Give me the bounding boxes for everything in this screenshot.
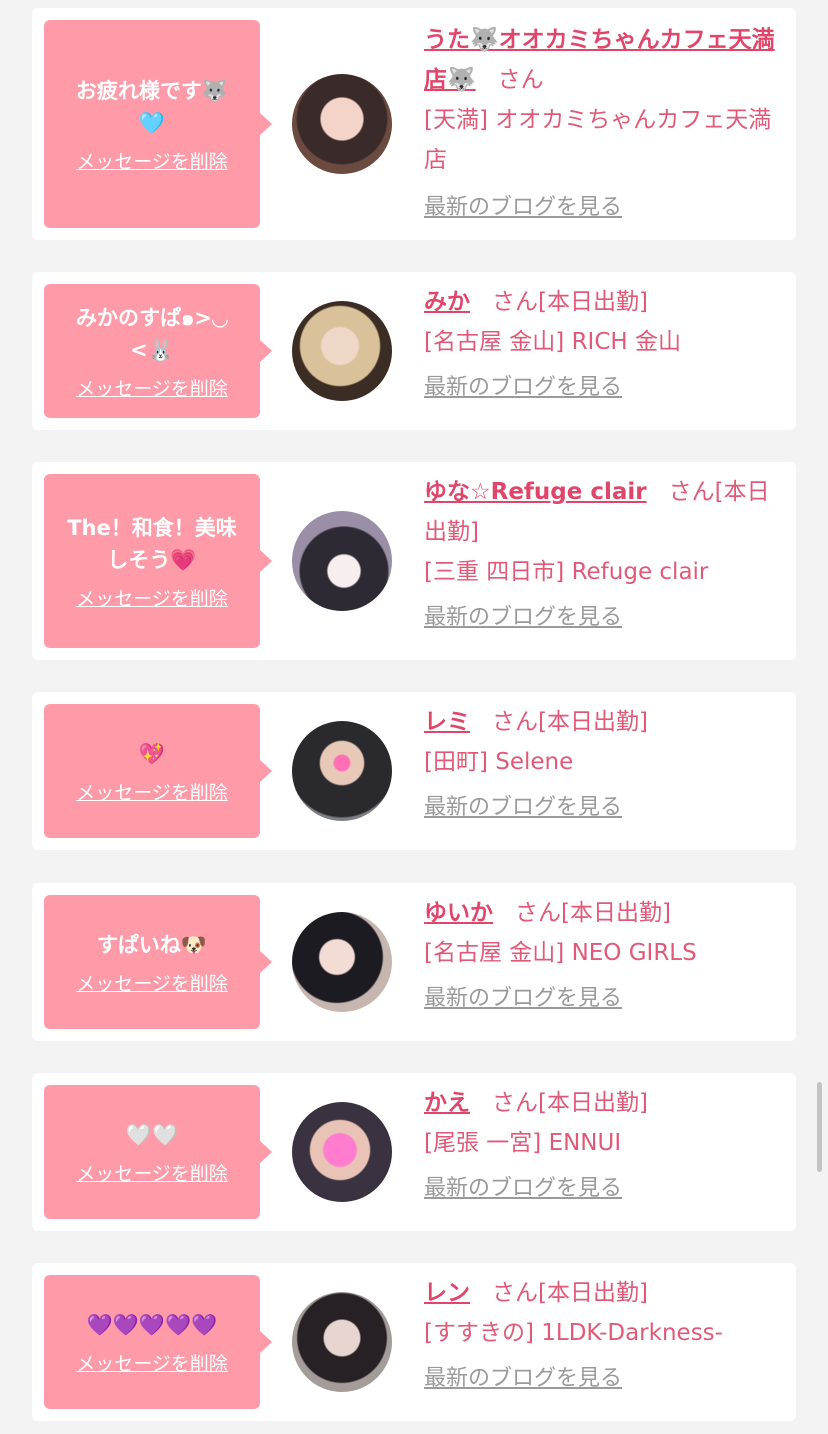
- message-bubble: 💜💜💜💜💜 メッセージを削除: [44, 1275, 272, 1409]
- name-row: うた🐺オオカミちゃんカフェ天満店🐺 さん: [424, 20, 788, 100]
- name-row: レン さん[本日出勤]: [424, 1273, 788, 1313]
- name-row: ゆいか さん[本日出勤]: [424, 893, 788, 933]
- message-text: 💖: [138, 741, 166, 766]
- avatar[interactable]: [292, 721, 392, 821]
- girl-name-link[interactable]: レン: [424, 1280, 470, 1306]
- message-text: すぱいね🐶: [96, 932, 208, 957]
- honorific: さん: [492, 1090, 538, 1116]
- message-bubble: 🤍🤍 メッセージを削除: [44, 1085, 272, 1219]
- message-card: The！和食！美味 しそう💗 メッセージを削除 ゆな☆Refuge clair さ…: [32, 462, 796, 660]
- girl-name-link[interactable]: うた🐺オオカミちゃんカフェ天満店🐺: [424, 27, 775, 93]
- girl-info: ゆいか さん[本日出勤] [名古屋 金山] NEO GIRLS 最新のブログを見る: [424, 893, 788, 1019]
- honorific: さん: [497, 67, 544, 93]
- shop-text: [田町] Selene: [424, 749, 574, 775]
- message-bubble: お疲れ様です🐺 🩵 メッセージを削除: [44, 20, 272, 228]
- status-text: [本日出勤]: [538, 289, 648, 315]
- message-card: みかのすぱ๑>◡ <🐰 メッセージを削除 みか さん[本日出勤] [名古屋 金山]…: [32, 272, 796, 430]
- delete-message-link[interactable]: メッセージを削除: [76, 147, 228, 174]
- avatar[interactable]: [292, 301, 392, 401]
- message-text: 💜💜💜💜💜: [86, 1312, 218, 1337]
- message-card: 💜💜💜💜💜 メッセージを削除 レン さん[本日出勤] [すすきの] 1LDK-Da…: [32, 1263, 796, 1421]
- girl-info: みか さん[本日出勤] [名古屋 金山] RICH 金山 最新のブログを見る: [424, 282, 788, 408]
- girl-name-link[interactable]: ゆいか: [424, 900, 493, 926]
- message-bubble: The！和食！美味 しそう💗 メッセージを削除: [44, 474, 272, 648]
- honorific: さん: [668, 479, 715, 505]
- latest-blog-link[interactable]: 最新のブログを見る: [424, 188, 622, 228]
- girl-info: かえ さん[本日出勤] [尾張 一宮] ENNUI 最新のブログを見る: [424, 1083, 788, 1209]
- shop-text: [尾張 一宮] ENNUI: [424, 1130, 622, 1156]
- honorific: さん: [492, 289, 538, 315]
- avatar[interactable]: [292, 1102, 392, 1202]
- name-row: レミ さん[本日出勤]: [424, 702, 788, 742]
- latest-blog-link[interactable]: 最新のブログを見る: [424, 1169, 622, 1209]
- message-bubble: みかのすぱ๑>◡ <🐰 メッセージを削除: [44, 284, 272, 418]
- girl-info: レン さん[本日出勤] [すすきの] 1LDK-Darkness- 最新のブログを…: [424, 1273, 788, 1399]
- honorific: さん: [492, 1280, 538, 1306]
- delete-message-link[interactable]: メッセージを削除: [76, 1349, 228, 1376]
- shop-text: [名古屋 金山] RICH 金山: [424, 329, 681, 355]
- latest-blog-link[interactable]: 最新のブログを見る: [424, 598, 622, 638]
- message-bubble: 💖 メッセージを削除: [44, 704, 272, 838]
- girl-name-link[interactable]: かえ: [424, 1090, 470, 1116]
- girl-name-link[interactable]: レミ: [424, 709, 470, 735]
- name-row: みか さん[本日出勤]: [424, 282, 788, 322]
- latest-blog-link[interactable]: 最新のブログを見る: [424, 979, 622, 1019]
- message-text: お疲れ様です🐺 🩵: [75, 78, 229, 135]
- girl-info: うた🐺オオカミちゃんカフェ天満店🐺 さん [天満] オオカミちゃんカフェ天満店 最…: [424, 20, 788, 228]
- message-text: みかのすぱ๑>◡ <🐰: [75, 305, 229, 362]
- name-row: ゆな☆Refuge clair さん[本日出勤]: [424, 472, 788, 552]
- message-card: すぱいね🐶 メッセージを削除 ゆいか さん[本日出勤] [名古屋 金山] NEO …: [32, 883, 796, 1041]
- message-bubble: すぱいね🐶 メッセージを削除: [44, 895, 272, 1029]
- avatar[interactable]: [292, 511, 392, 611]
- girl-info: ゆな☆Refuge clair さん[本日出勤] [三重 四日市] Refuge …: [424, 472, 788, 638]
- latest-blog-link[interactable]: 最新のブログを見る: [424, 368, 622, 408]
- girl-info: レミ さん[本日出勤] [田町] Selene 最新のブログを見る: [424, 702, 788, 828]
- avatar[interactable]: [292, 74, 392, 174]
- shop-text: [三重 四日市] Refuge clair: [424, 559, 709, 585]
- avatar[interactable]: [292, 912, 392, 1012]
- message-card: 💖 メッセージを削除 レミ さん[本日出勤] [田町] Selene 最新のブログ…: [32, 692, 796, 850]
- status-text: [本日出勤]: [538, 709, 648, 735]
- status-text: [本日出勤]: [538, 1280, 648, 1306]
- honorific: さん: [515, 900, 561, 926]
- delete-message-link[interactable]: メッセージを削除: [76, 969, 228, 996]
- girl-name-link[interactable]: みか: [424, 289, 470, 315]
- status-text: [本日出勤]: [561, 900, 671, 926]
- delete-message-link[interactable]: メッセージを削除: [76, 778, 228, 805]
- shop-text: [天満] オオカミちゃんカフェ天満店: [424, 107, 772, 173]
- honorific: さん: [492, 709, 538, 735]
- avatar[interactable]: [292, 1292, 392, 1392]
- delete-message-link[interactable]: メッセージを削除: [76, 1159, 228, 1186]
- status-text: [本日出勤]: [538, 1090, 648, 1116]
- latest-blog-link[interactable]: 最新のブログを見る: [424, 1359, 622, 1399]
- message-text: The！和食！美味 しそう💗: [67, 515, 237, 572]
- message-text: 🤍🤍: [125, 1122, 179, 1147]
- shop-text: [すすきの] 1LDK-Darkness-: [424, 1320, 723, 1346]
- message-card: お疲れ様です🐺 🩵 メッセージを削除 うた🐺オオカミちゃんカフェ天満店🐺 さん […: [32, 8, 796, 240]
- delete-message-link[interactable]: メッセージを削除: [76, 584, 228, 611]
- latest-blog-link[interactable]: 最新のブログを見る: [424, 788, 622, 828]
- shop-text: [名古屋 金山] NEO GIRLS: [424, 940, 697, 966]
- delete-message-link[interactable]: メッセージを削除: [76, 374, 228, 401]
- scrollbar[interactable]: [817, 1082, 822, 1172]
- girl-name-link[interactable]: ゆな☆Refuge clair: [424, 479, 647, 505]
- name-row: かえ さん[本日出勤]: [424, 1083, 788, 1123]
- message-card: 🤍🤍 メッセージを削除 かえ さん[本日出勤] [尾張 一宮] ENNUI 最新の…: [32, 1073, 796, 1231]
